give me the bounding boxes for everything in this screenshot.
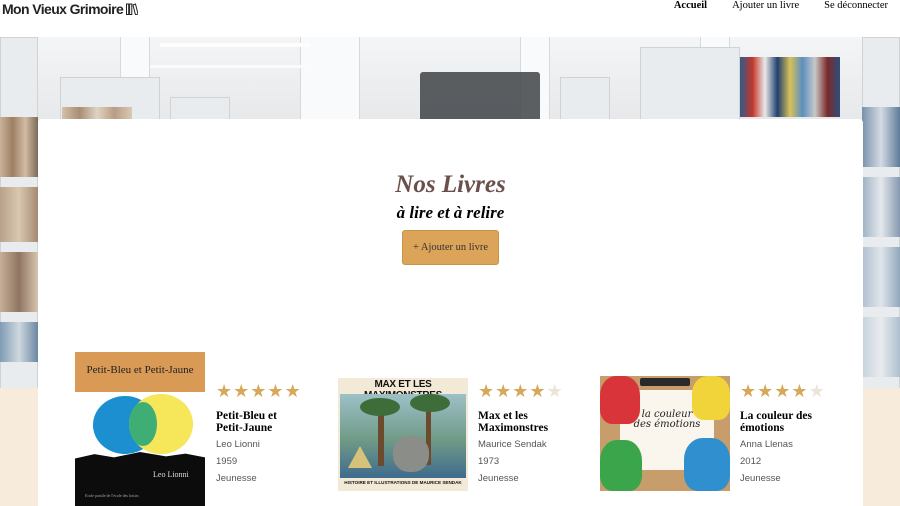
book-info: ★ ★ ★ ★ ★ La couleur des émotions Anna L… (740, 382, 840, 485)
books-logo-icon (126, 3, 139, 15)
site-logo[interactable]: Mon Vieux Grimoire (2, 0, 139, 18)
book-card-petit-bleu[interactable]: Petit-Bleu et Petit-Jaune Leo Lionni Eco… (75, 352, 315, 506)
star-empty-icon: ★ (546, 381, 563, 401)
star-icon: ★ (791, 381, 808, 401)
top-header: Mon Vieux Grimoire Accueil Ajouter un li… (0, 0, 900, 37)
rating-stars: ★ ★ ★ ★ ★ (216, 382, 306, 400)
cover-author-text: Leo Lionni (153, 470, 189, 479)
book-info: ★ ★ ★ ★ ★ Max et les Maximonstres Mauric… (478, 382, 578, 485)
cover-footer-text: Ecole pastile de l'école des loisirs (85, 493, 139, 498)
star-icon: ★ (774, 381, 791, 401)
book-year: 1959 (216, 456, 238, 467)
book-title: Petit-Bleu et Petit-Jaune (216, 410, 277, 434)
book-year: 1973 (478, 456, 500, 467)
add-book-button[interactable]: + Ajouter un livre (402, 230, 499, 265)
star-icon: ★ (757, 381, 774, 401)
nav-accueil[interactable]: Accueil (674, 0, 707, 12)
rating-stars: ★ ★ ★ ★ ★ (478, 382, 578, 400)
star-icon: ★ (495, 381, 512, 401)
book-cover-image: la couleur des émotions (600, 376, 730, 491)
nav-se-deconnecter[interactable]: Se déconnecter (824, 0, 888, 12)
star-icon: ★ (267, 381, 284, 401)
book-title: La couleur des émotions (740, 410, 812, 434)
star-icon: ★ (216, 381, 233, 401)
book-info: ★ ★ ★ ★ ★ Petit-Bleu et Petit-Jaune Leo … (216, 382, 306, 485)
book-genre: Jeunesse (216, 473, 257, 484)
cover-subtitle-text: HISTOIRE ET ILLUSTRATIONS DE MAURICE SEN… (344, 480, 462, 485)
book-cover-image: MAX ET LES MAXIMONSTRES HISTOIRE ET ILLU… (338, 378, 468, 491)
book-author: Anna Llenas (740, 439, 793, 450)
book-card-max[interactable]: MAX ET LES MAXIMONSTRES HISTOIRE ET ILLU… (338, 378, 578, 506)
star-icon: ★ (740, 381, 757, 401)
cover-title-text: la couleur des émotions (633, 409, 701, 430)
book-author: Leo Lionni (216, 439, 260, 450)
rating-stars: ★ ★ ★ ★ ★ (740, 382, 840, 400)
star-icon: ★ (284, 381, 301, 401)
book-genre: Jeunesse (740, 473, 781, 484)
star-icon: ★ (233, 381, 250, 401)
logo-text: Mon Vieux Grimoire (2, 1, 124, 17)
book-year: 2012 (740, 456, 762, 467)
cover-title-text: Petit-Bleu et Petit-Jaune (86, 364, 194, 376)
book-cover-image: Petit-Bleu et Petit-Jaune Leo Lionni Eco… (75, 352, 205, 506)
book-genre: Jeunesse (478, 473, 519, 484)
star-icon: ★ (512, 381, 529, 401)
book-author: Maurice Sendak (478, 439, 547, 450)
star-icon: ★ (250, 381, 267, 401)
star-icon: ★ (529, 381, 546, 401)
star-icon: ★ (478, 381, 495, 401)
main-nav: Accueil Ajouter un livre Se déconnecter (674, 0, 888, 12)
page-subtitle: à lire et à relire (396, 203, 505, 222)
star-empty-icon: ★ (808, 381, 825, 401)
nav-ajouter-livre[interactable]: Ajouter un livre (732, 0, 799, 12)
book-title: Max et les Maximonstres (478, 410, 549, 434)
book-card-couleur-emotions[interactable]: la couleur des émotions ★ ★ ★ ★ ★ La cou… (600, 376, 840, 506)
page-title: Nos Livres (395, 171, 506, 198)
